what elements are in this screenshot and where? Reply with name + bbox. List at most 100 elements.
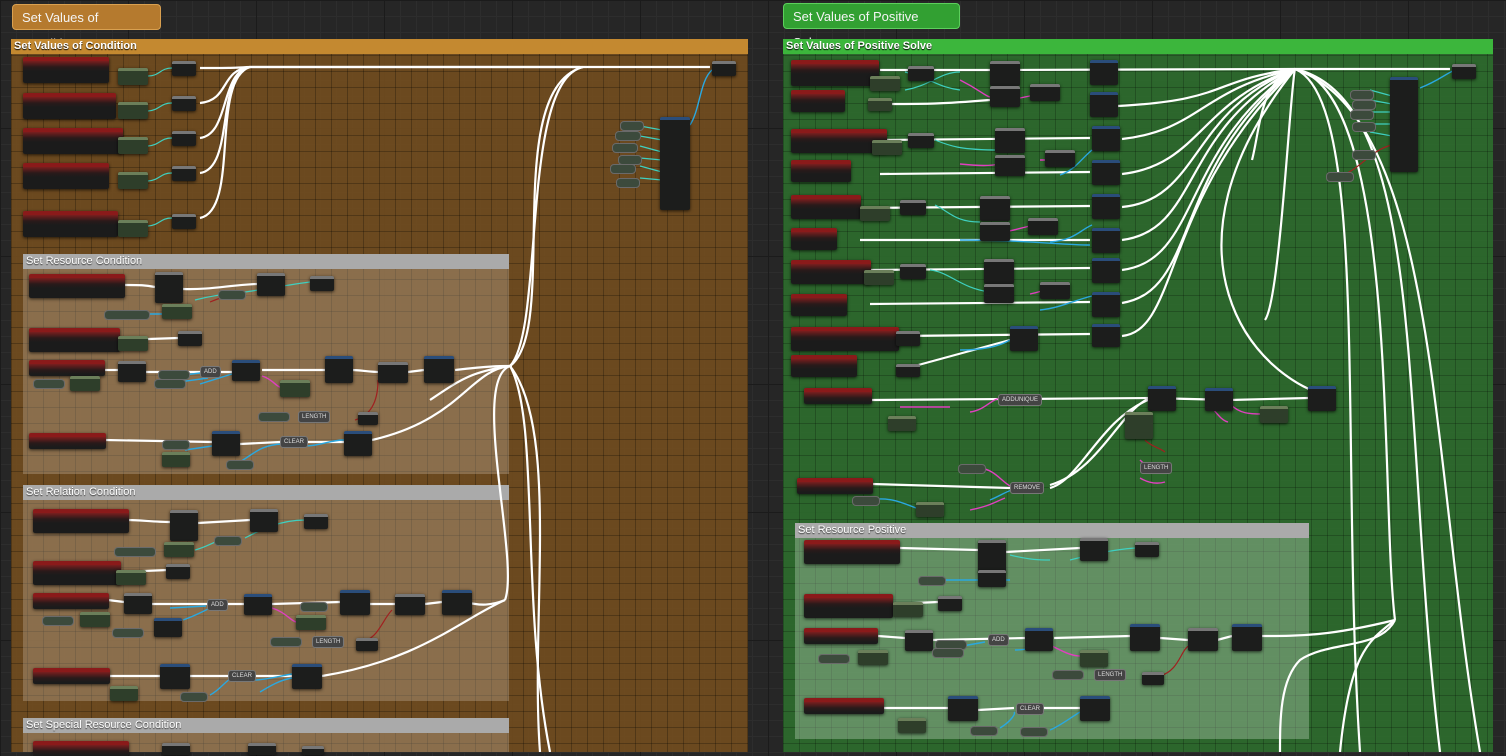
input-chip[interactable] [258, 412, 290, 422]
convert-node[interactable] [118, 137, 148, 154]
input-chip[interactable] [1020, 727, 1048, 737]
function-node[interactable] [1080, 696, 1110, 721]
function-node[interactable] [948, 696, 978, 721]
convert-node[interactable] [162, 304, 192, 319]
variable-node[interactable] [23, 93, 116, 119]
set-node[interactable] [1090, 60, 1118, 85]
set-node[interactable] [896, 364, 920, 377]
input-chip[interactable] [1350, 110, 1374, 120]
variable-node[interactable] [29, 360, 105, 376]
input-chip[interactable] [970, 726, 998, 736]
set-node[interactable] [1135, 542, 1159, 557]
function-node[interactable] [1028, 218, 1058, 235]
function-node[interactable] [160, 664, 190, 689]
function-node[interactable] [232, 360, 260, 381]
function-node[interactable] [980, 196, 1010, 221]
function-node[interactable] [1010, 326, 1038, 351]
function-node[interactable] [1148, 386, 1176, 411]
variable-node[interactable] [791, 90, 845, 112]
function-node[interactable] [995, 155, 1025, 176]
comment-bubble-positive[interactable]: Set Values of Positive Solve [783, 3, 960, 50]
input-chip[interactable] [1052, 670, 1084, 680]
function-node[interactable] [1308, 386, 1336, 411]
function-node[interactable] [170, 510, 198, 541]
variable-node[interactable] [804, 594, 893, 618]
set-node[interactable] [172, 61, 196, 76]
set-node[interactable] [908, 66, 934, 81]
input-chip[interactable] [1352, 100, 1376, 110]
input-chip[interactable] [112, 628, 144, 638]
function-node[interactable] [1232, 624, 1262, 651]
convert-node[interactable] [893, 602, 923, 617]
function-node[interactable] [1142, 672, 1164, 685]
set-node[interactable] [302, 746, 324, 755]
convert-node[interactable] [280, 380, 310, 397]
function-node[interactable] [1045, 150, 1075, 167]
function-node[interactable] [990, 86, 1020, 107]
make-struct-node[interactable] [1390, 77, 1418, 172]
function-node[interactable] [1025, 628, 1053, 651]
add-node[interactable]: ADD [200, 366, 221, 378]
convert-node[interactable] [118, 172, 148, 189]
function-node[interactable] [395, 594, 425, 615]
input-chip[interactable] [1352, 122, 1376, 132]
input-chip[interactable] [615, 131, 641, 141]
input-chip[interactable] [162, 440, 190, 450]
set-node[interactable] [900, 264, 926, 279]
function-node[interactable] [292, 664, 322, 689]
function-node[interactable] [356, 638, 378, 651]
variable-node[interactable] [33, 741, 129, 756]
length-node[interactable]: LENGTH [1140, 462, 1173, 474]
function-node[interactable] [244, 594, 272, 615]
function-node[interactable] [984, 259, 1014, 284]
function-node[interactable] [340, 590, 370, 615]
set-node[interactable] [908, 133, 934, 148]
set-node[interactable] [178, 331, 202, 346]
input-chip[interactable] [1326, 172, 1354, 182]
input-chip[interactable] [42, 616, 74, 626]
convert-node[interactable] [1080, 650, 1108, 667]
function-node[interactable] [155, 272, 183, 303]
convert-node[interactable] [118, 336, 148, 351]
set-node[interactable] [1092, 292, 1120, 317]
function-node[interactable] [990, 61, 1020, 86]
set-node[interactable] [1092, 126, 1120, 151]
variable-node[interactable] [791, 294, 847, 316]
convert-node[interactable] [888, 416, 916, 431]
set-node[interactable] [304, 514, 328, 529]
convert-node[interactable] [860, 206, 890, 221]
addunique-node[interactable]: ADDUNIQUE [998, 394, 1043, 406]
input-chip[interactable] [610, 164, 636, 174]
set-node[interactable] [172, 131, 196, 146]
function-node[interactable] [995, 128, 1025, 153]
convert-node[interactable] [1260, 406, 1288, 423]
make-struct-node[interactable] [660, 117, 690, 210]
set-node[interactable] [172, 96, 196, 111]
function-node[interactable] [984, 284, 1014, 303]
set-node[interactable] [896, 331, 920, 346]
function-node[interactable] [325, 356, 353, 383]
convert-node[interactable] [870, 76, 900, 91]
input-chip[interactable] [218, 290, 246, 300]
set-node[interactable] [172, 214, 196, 229]
input-chip[interactable] [154, 379, 186, 389]
variable-node[interactable] [791, 160, 851, 182]
convert-node[interactable] [118, 220, 148, 237]
variable-node[interactable] [791, 60, 879, 86]
convert-node[interactable] [116, 570, 146, 585]
convert-node[interactable] [864, 270, 894, 285]
variable-node[interactable] [804, 540, 900, 564]
function-node[interactable] [424, 356, 454, 383]
convert-node[interactable] [110, 686, 138, 701]
input-chip[interactable] [114, 547, 156, 557]
function-node[interactable] [248, 743, 276, 755]
function-node[interactable] [212, 431, 240, 456]
convert-node[interactable] [1125, 412, 1153, 439]
variable-node[interactable] [23, 128, 123, 154]
set-node[interactable] [1090, 92, 1118, 117]
set-node[interactable] [900, 200, 926, 215]
input-chip[interactable] [958, 464, 986, 474]
set-node[interactable] [1092, 160, 1120, 185]
variable-node[interactable] [791, 327, 899, 351]
convert-node[interactable] [162, 452, 190, 467]
